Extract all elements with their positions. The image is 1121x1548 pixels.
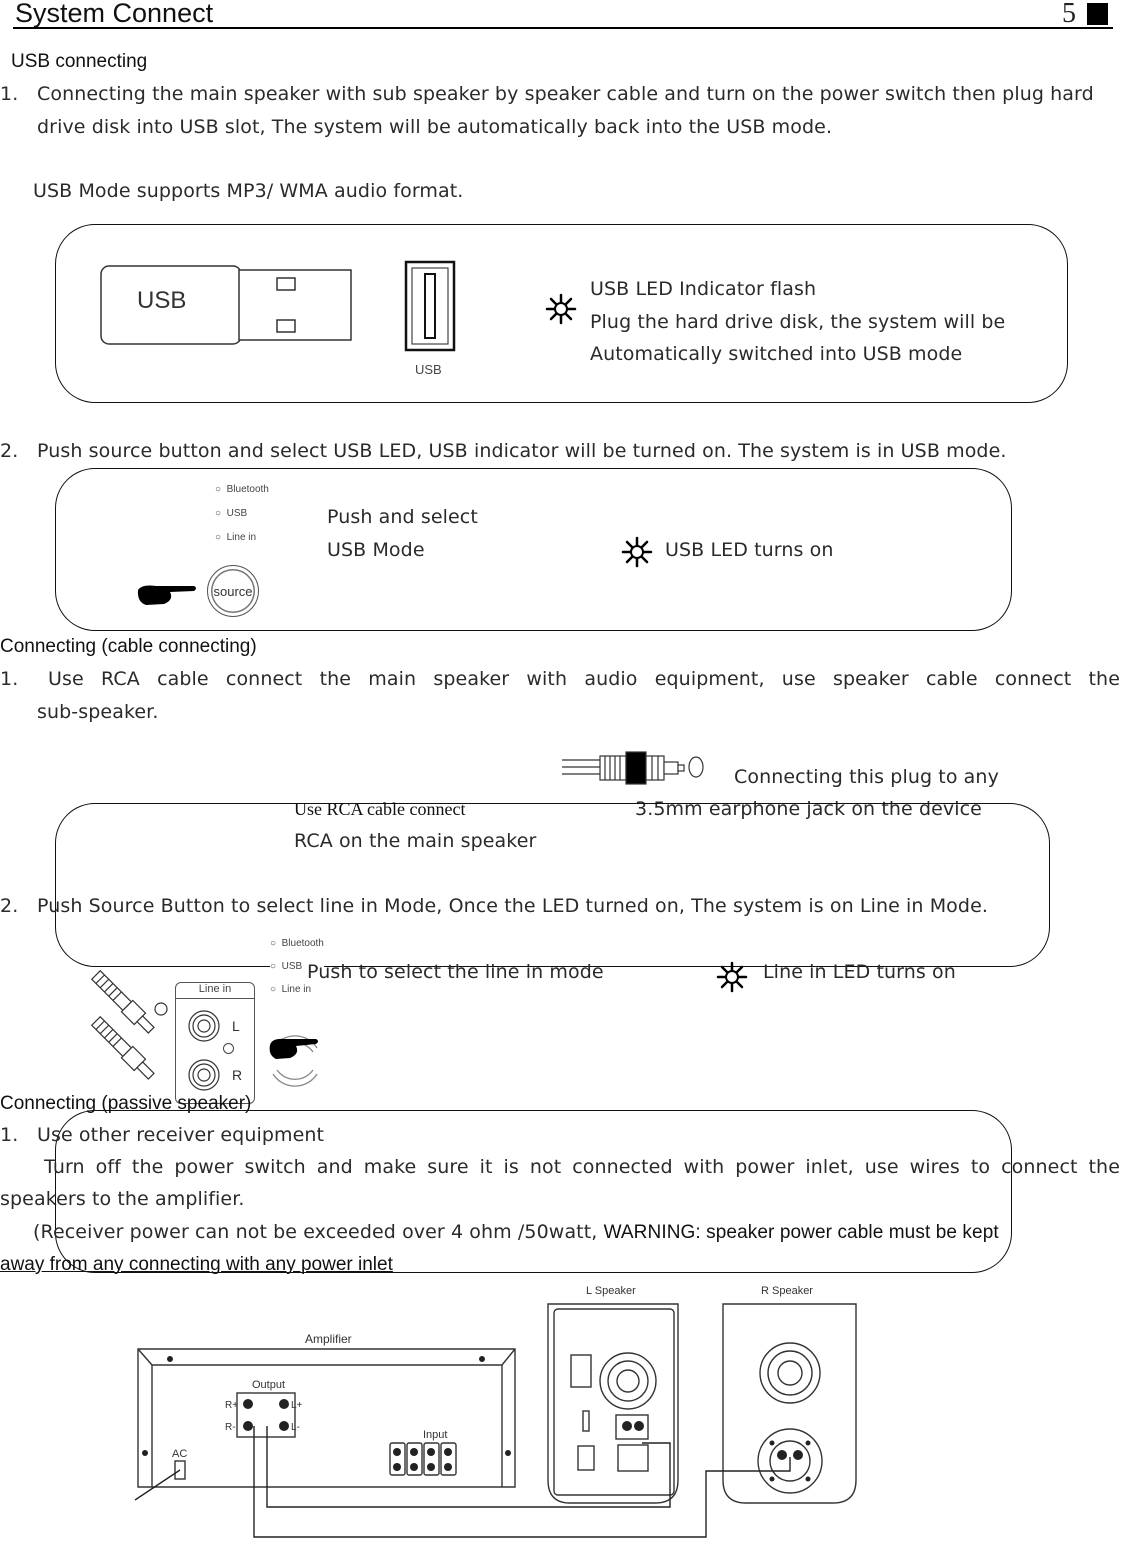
plug-note-line1: Connecting this plug to any [734, 766, 999, 788]
left-speaker-body [547, 1303, 679, 1504]
indicator-led-icon: ○ [215, 484, 222, 495]
page-marker-block [1087, 3, 1108, 25]
cable-step1-line2: sub-speaker. [37, 701, 159, 723]
passive-step1-title: Use other receiver equipment [37, 1124, 325, 1146]
usb-led-note-line2: Plug the hard drive disk, the system wil… [590, 311, 1006, 333]
passive-para-line2: speakers to the amplifier. [0, 1188, 245, 1210]
right-speaker-wire [253, 1426, 791, 1538]
jack-right-label: R [232, 1067, 243, 1083]
led-flash-icon [545, 293, 577, 325]
terminal-label-l-minus: L- [291, 1422, 300, 1433]
line-in-figure-frame [55, 803, 1050, 967]
pointing-hand-icon [269, 1038, 318, 1059]
audio-plug-illustration [562, 751, 704, 785]
line-in-led-indicator [223, 1043, 234, 1054]
push-select-line1: Push and select [327, 506, 478, 528]
warning-text-line2: away from any connecting with any power … [0, 1254, 393, 1275]
pointing-hand-icon [137, 585, 196, 605]
rca-jacks-icon [188, 1010, 220, 1091]
step-number: 1. [0, 668, 19, 690]
line-in-panel-label: Line in [176, 983, 254, 999]
section-heading-cable: Connecting (cable connecting) [0, 636, 257, 657]
amplifier-label: Amplifier [305, 1332, 352, 1346]
section-heading-usb: USB connecting [11, 51, 148, 72]
usb-step1-line2: drive disk into USB slot, The system wil… [37, 116, 833, 138]
usb-led-note-line1: USB LED Indicator flash [590, 278, 817, 300]
usb-led-note-line3: Automatically switched into USB mode [590, 343, 963, 365]
page-number: 5 [1062, 0, 1076, 29]
speaker-wiring-diagram: Amplifier Output R+ R- L+ L- Input AC L … [134, 1285, 857, 1538]
usb-stick-illustration [100, 265, 352, 345]
indicator-led-icon: ○ [270, 961, 277, 972]
ac-label: AC [172, 1448, 187, 1460]
left-speaker-label: L Speaker [586, 1285, 636, 1297]
usb-port-icon [404, 260, 456, 352]
output-label: Output [252, 1379, 285, 1391]
indicator-line-in: ○ Line in [215, 532, 257, 543]
indicator-led-icon: ○ [215, 532, 222, 543]
step-number: 1. [0, 83, 19, 105]
ac-power-cord [134, 1469, 181, 1501]
usb-step1-line1: Connecting the main speaker with sub spe… [37, 83, 1094, 105]
terminal-label-r-minus: R- [225, 1422, 236, 1433]
cable-step2-text: Push Source Button to select line in Mod… [37, 895, 988, 917]
indicator-led-icon: ○ [270, 938, 277, 949]
indicator-bluetooth: ○ Bluetooth [270, 938, 324, 949]
usb-port-label: USB [415, 362, 442, 377]
terminal-label-l-plus: L+ [291, 1400, 303, 1411]
indicator-usb: ○ USB [215, 508, 248, 519]
warning-text-line1: WARNING: speaker power cable must be kep… [603, 1222, 999, 1243]
push-select-line2: USB Mode [327, 539, 425, 561]
indicator-line-in: ○ Line in [270, 984, 312, 995]
step-number: 1. [0, 1124, 19, 1146]
step-number: 2. [0, 440, 19, 462]
led-on-icon [716, 961, 748, 993]
indicator-led-icon: ○ [270, 984, 277, 995]
right-speaker-label: R Speaker [761, 1285, 813, 1297]
indicator-bluetooth: ○ Bluetooth [215, 484, 269, 495]
amplifier-body [137, 1348, 516, 1488]
line-in-led-note: Line in LED turns on [763, 961, 956, 983]
power-limit-note: (Receiver power can not be exceeded over… [33, 1221, 598, 1243]
cable-step1-line1: Use RCA cable connect the main speaker w… [48, 668, 1120, 690]
step-number: 2. [0, 895, 19, 917]
indicator-led-icon: ○ [215, 508, 222, 519]
source-indicator-list: ○ Bluetooth ○ USB ○ Line in [215, 484, 269, 556]
page-title: System Connect [15, 0, 214, 28]
source-button[interactable]: source [207, 565, 259, 617]
usb-formats-note: USB Mode supports MP3/ WMA audio format. [33, 180, 464, 202]
usb-led-on-note: USB LED turns on [665, 539, 834, 561]
usb-step2-text: Push source button and select USB LED, U… [37, 440, 1007, 462]
terminal-label-r-plus: R+ [225, 1400, 238, 1411]
led-on-icon [621, 536, 653, 568]
passive-power-note: (Receiver power can not be exceeded over… [33, 1221, 999, 1244]
input-label: Input [423, 1429, 447, 1441]
jack-left-label: L [232, 1018, 240, 1034]
line-in-push-note: Push to select the line in mode [307, 961, 604, 983]
source-button-label: source [213, 583, 253, 599]
usb-stick-label: USB [137, 287, 187, 314]
header-rule [13, 27, 1113, 29]
passive-para-line1: Turn off the power switch and make sure … [44, 1156, 1120, 1178]
